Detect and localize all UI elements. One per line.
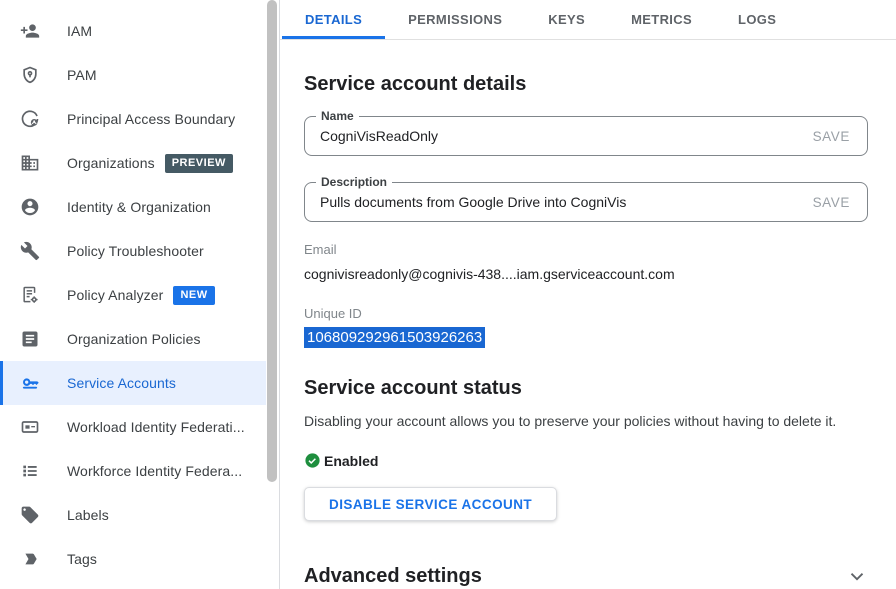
sidebar-item-workload-identity-federation[interactable]: Workload Identity Federati... <box>0 405 266 449</box>
sidebar-item-label: Policy Troubleshooter <box>67 243 204 259</box>
disable-service-account-button[interactable]: DISABLE SERVICE ACCOUNT <box>304 487 557 521</box>
sidebar-item-label: Organization Policies <box>67 331 201 347</box>
tab-metrics[interactable]: METRICS <box>608 0 715 39</box>
sidebar-item-label: Workforce Identity Federa... <box>67 463 242 479</box>
advanced-settings-expander[interactable]: Advanced settings <box>304 564 868 588</box>
sidebar-item-label: Labels <box>67 507 109 523</box>
sidebar-item-identity-organization[interactable]: Identity & Organization <box>0 185 266 229</box>
sidebar-item-pam[interactable]: PAM <box>0 53 266 97</box>
sidebar-scrollbar[interactable] <box>267 0 277 482</box>
new-badge: NEW <box>173 286 214 305</box>
sidebar-item-label: IAM <box>67 23 92 39</box>
sidebar-item-organization-policies[interactable]: Organization Policies <box>0 317 266 361</box>
sidebar-item-principal-access-boundary[interactable]: Principal Access Boundary <box>0 97 266 141</box>
status-badge: Enabled <box>304 452 868 469</box>
sidebar-item-label: Organizations <box>67 155 155 171</box>
sidebar-item-label: Workload Identity Federati... <box>67 419 245 435</box>
sidebar-item-policy-analyzer[interactable]: Policy Analyzer NEW <box>0 273 266 317</box>
sidebar-item-policy-troubleshooter[interactable]: Policy Troubleshooter <box>0 229 266 273</box>
sidebar-item-label: Service Accounts <box>67 375 176 391</box>
person-add-icon <box>20 21 40 41</box>
page-title: Service account details <box>304 72 868 96</box>
unique-id-row: 106809292961503926263 <box>304 327 868 348</box>
description-save-button[interactable]: SAVE <box>796 195 867 210</box>
sidebar-item-label: PAM <box>67 67 97 83</box>
list-icon <box>20 461 40 481</box>
name-field: Name SAVE <box>304 116 868 156</box>
doc-gear-icon <box>20 285 40 305</box>
details-content: Service account details Name SAVE Descri… <box>280 40 896 589</box>
wrench-icon <box>20 241 40 261</box>
sidebar-item-label: Principal Access Boundary <box>67 111 235 127</box>
boundary-icon <box>20 109 40 129</box>
tab-bar: DETAILS PERMISSIONS KEYS METRICS LOGS <box>280 0 896 40</box>
description-field: Description SAVE <box>304 182 868 222</box>
description-field-label: Description <box>316 175 392 190</box>
sidebar-item-iam[interactable]: IAM <box>0 9 266 53</box>
sidebar-item-service-accounts[interactable]: Service Accounts <box>0 361 266 405</box>
sidebar-item-label: Identity & Organization <box>67 199 211 215</box>
sidebar-item-organizations[interactable]: Organizations PREVIEW <box>0 141 266 185</box>
article-icon <box>20 329 40 349</box>
tab-logs[interactable]: LOGS <box>715 0 799 39</box>
shield-icon <box>20 65 40 85</box>
sidebar-item-label: Tags <box>67 551 97 567</box>
tab-permissions[interactable]: PERMISSIONS <box>385 0 525 39</box>
status-section-title: Service account status <box>304 376 868 400</box>
check-circle-icon <box>304 452 321 469</box>
unique-id-value: 106809292961503926263 <box>304 327 485 348</box>
tab-details[interactable]: DETAILS <box>282 0 385 39</box>
sidebar: IAM PAM Principal Access Boundary Organi… <box>0 0 280 589</box>
service-account-key-icon <box>20 373 40 393</box>
name-save-button[interactable]: SAVE <box>796 129 867 144</box>
description-input[interactable] <box>305 194 796 210</box>
arrow-tag-icon <box>20 549 40 569</box>
email-label: Email <box>304 242 868 257</box>
sidebar-item-workforce-identity-federation[interactable]: Workforce Identity Federa... <box>0 449 266 493</box>
chevron-down-icon[interactable] <box>846 565 868 587</box>
main-panel: DETAILS PERMISSIONS KEYS METRICS LOGS Se… <box>280 0 896 589</box>
name-field-label: Name <box>316 109 359 124</box>
sidebar-item-tags[interactable]: Tags <box>0 537 266 581</box>
account-circle-icon <box>20 197 40 217</box>
tab-keys[interactable]: KEYS <box>525 0 608 39</box>
domain-icon <box>20 153 40 173</box>
sidebar-item-label: Policy Analyzer <box>67 287 163 303</box>
preview-badge: PREVIEW <box>165 154 233 173</box>
name-input[interactable] <box>305 128 796 144</box>
card-icon <box>20 417 40 437</box>
status-state-label: Enabled <box>324 453 378 469</box>
sidebar-item-labels[interactable]: Labels <box>0 493 266 537</box>
email-value: cognivisreadonly@cognivis-438....iam.gse… <box>304 266 868 282</box>
unique-id-label: Unique ID <box>304 306 868 321</box>
tag-icon <box>20 505 40 525</box>
status-description: Disabling your account allows you to pre… <box>304 413 868 429</box>
advanced-settings-title: Advanced settings <box>304 564 482 588</box>
